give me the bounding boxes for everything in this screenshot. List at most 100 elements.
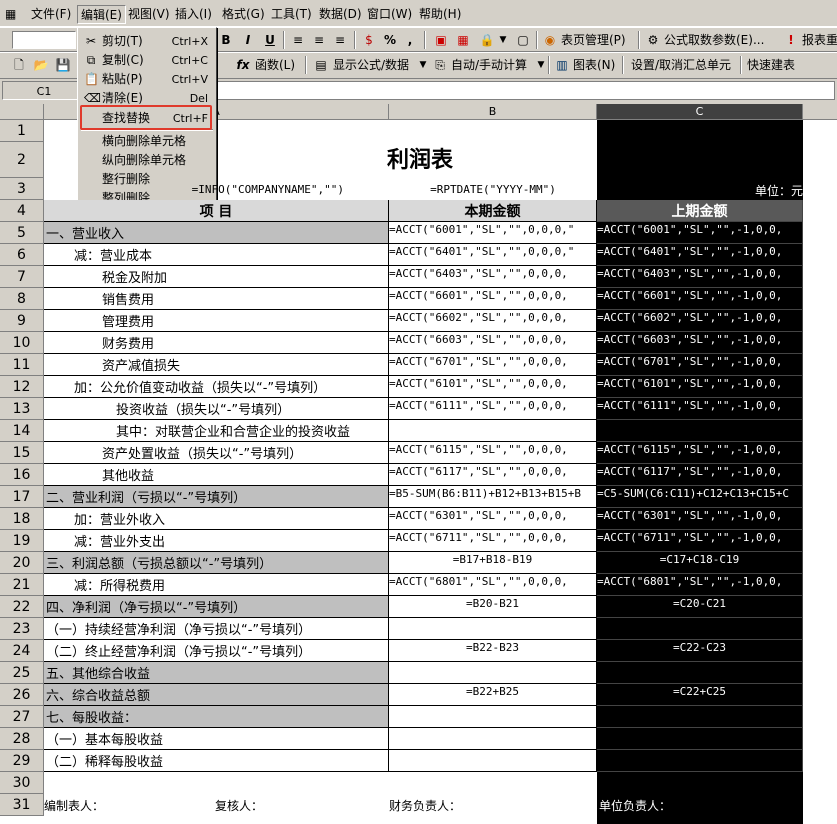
row-header[interactable]: 29 [0, 750, 44, 772]
cell-c[interactable] [597, 120, 803, 142]
save-icon[interactable]: 💾 [54, 56, 72, 75]
cell-c[interactable]: =C17+C18-C19 [597, 552, 803, 574]
cell-b[interactable]: =B20-B21 [389, 596, 597, 618]
row-header[interactable]: 24 [0, 640, 44, 662]
row-header[interactable]: 25 [0, 662, 44, 684]
column-header-c[interactable]: C [597, 104, 803, 120]
cell-b[interactable]: =ACCT("6711","SL","",0,0,0, [389, 530, 597, 552]
cell-c[interactable]: =ACCT("6801","SL","",-1,0,0, [597, 574, 803, 596]
cell-c[interactable] [597, 728, 803, 750]
cell-b[interactable]: =ACCT("6111","SL","",0,0,0, [389, 398, 597, 420]
cell-b[interactable] [389, 618, 597, 640]
cell-b[interactable]: =ACCT("6401","SL","",0,0,0," [389, 244, 597, 266]
cell-c[interactable] [597, 420, 803, 442]
set-summary-button[interactable]: 设置/取消汇总单元 [629, 56, 733, 75]
currency-icon[interactable]: $ [360, 31, 378, 50]
header-previous[interactable]: 上期金额 [597, 200, 803, 222]
row-header[interactable]: 13 [0, 398, 44, 420]
chevron-down-icon[interactable]: ▼ [498, 31, 508, 50]
row-header[interactable]: 2 [0, 142, 44, 178]
row-header[interactable]: 7 [0, 266, 44, 288]
row-header[interactable]: 28 [0, 728, 44, 750]
cell-c[interactable] [597, 772, 803, 794]
cell-a[interactable] [44, 772, 389, 794]
cell-b[interactable]: =ACCT("6115","SL","",0,0,0, [389, 442, 597, 464]
row-header[interactable]: 23 [0, 618, 44, 640]
row-header[interactable]: 30 [0, 772, 44, 794]
cell-c[interactable]: =ACCT("6111","SL","",-1,0,0, [597, 398, 803, 420]
show-formula-button[interactable]: 显示公式/数据 [331, 56, 411, 75]
cell-a[interactable] [44, 120, 389, 142]
cell-c[interactable] [597, 142, 803, 178]
cell-c[interactable]: =C5-SUM(C6:C11)+C12+C13+C15+C [597, 486, 803, 508]
menu-tools[interactable]: 工具(T) [268, 5, 315, 24]
menu-file[interactable]: 文件(F) [28, 5, 74, 24]
cell-a[interactable]: 管理费用 [44, 310, 389, 332]
row-header[interactable]: 26 [0, 684, 44, 706]
row-header[interactable]: 22 [0, 596, 44, 618]
app-icon[interactable]: ▦ [2, 5, 19, 24]
cell-b[interactable]: =ACCT("6001","SL","",0,0,0," [389, 222, 597, 244]
cell-a[interactable]: 二、营业利润（亏损以“-”号填列） [44, 486, 389, 508]
align-right-icon[interactable]: ≡ [332, 31, 348, 50]
cell-b[interactable]: =ACCT("6801","SL","",0,0,0, [389, 574, 597, 596]
cell-b[interactable] [389, 120, 597, 142]
cell-a[interactable]: 一、营业收入 [44, 222, 389, 244]
cell-a[interactable]: 三、利润总额（亏损总额以“-”号填列） [44, 552, 389, 574]
cell-b[interactable] [389, 772, 597, 794]
cell-reference[interactable]: C1 [2, 81, 86, 100]
underline-button[interactable]: U [262, 31, 278, 50]
cell-a[interactable]: 五、其他综合收益 [44, 662, 389, 684]
cell-c[interactable]: =ACCT("6301","SL","",-1,0,0, [597, 508, 803, 530]
cell-b[interactable]: =B17+B18-B19 [389, 552, 597, 574]
formula-fetch-button[interactable]: 公式取数参数(E)... [662, 31, 766, 50]
cell-c[interactable] [597, 706, 803, 728]
cell-a[interactable]: 资产减值损失 [44, 354, 389, 376]
comma-button[interactable]: , [404, 31, 416, 50]
cell-a[interactable]: 减：营业成本 [44, 244, 389, 266]
menu-format[interactable]: 格式(G) [219, 5, 268, 24]
cell-a[interactable]: （二）终止经营净利润（净亏损以“-”号填列） [44, 640, 389, 662]
row-header[interactable]: 11 [0, 354, 44, 376]
row-header[interactable]: 1 [0, 120, 44, 142]
cell-c[interactable]: =ACCT("6001","SL","",-1,0,0, [597, 222, 803, 244]
cell-a[interactable]: 四、净利润（净亏损以“-”号填列） [44, 596, 389, 618]
cell-b[interactable] [389, 706, 597, 728]
cell-c[interactable] [597, 662, 803, 684]
cell-a[interactable]: （二）稀释每股收益 [44, 750, 389, 772]
open-folder-icon[interactable]: 📂 [32, 56, 50, 75]
cell-b[interactable] [389, 728, 597, 750]
menu-view[interactable]: 视图(V) [125, 5, 173, 24]
cell-c[interactable]: =C22+C25 [597, 684, 803, 706]
cell-b[interactable] [389, 750, 597, 772]
row-header[interactable]: 8 [0, 288, 44, 310]
cell-c[interactable]: =ACCT("6603","SL","",-1,0,0, [597, 332, 803, 354]
cell-c[interactable] [597, 750, 803, 772]
cell-c[interactable]: =ACCT("6602","SL","",-1,0,0, [597, 310, 803, 332]
row-header[interactable]: 27 [0, 706, 44, 728]
lock-icon[interactable]: 🔒 [476, 31, 498, 50]
chart-button[interactable]: 图表(N) [571, 56, 617, 75]
cell-a[interactable]: 七、每股收益： [44, 706, 389, 728]
row-header[interactable]: 4 [0, 200, 44, 222]
cell-a[interactable]: 其他收益 [44, 464, 389, 486]
cell-b[interactable]: =B22+B25 [389, 684, 597, 706]
menu-edit[interactable]: 编辑(E) [77, 5, 126, 24]
row-header[interactable]: 9 [0, 310, 44, 332]
quick-build-button[interactable]: 快速建表 [745, 56, 797, 75]
row-header[interactable]: 18 [0, 508, 44, 530]
edit-menu-item[interactable]: 📋 粘贴(P) Ctrl+V [80, 70, 214, 89]
chevron-down-icon[interactable]: ▼ [418, 56, 428, 75]
row-header[interactable]: 10 [0, 332, 44, 354]
menu-insert[interactable]: 插入(I) [172, 5, 215, 24]
row-header[interactable]: 12 [0, 376, 44, 398]
cell-b[interactable]: =ACCT("6301","SL","",0,0,0, [389, 508, 597, 530]
cell-c[interactable]: =ACCT("6117","SL","",-1,0,0, [597, 464, 803, 486]
report-check-button[interactable]: 报表重 [800, 31, 837, 50]
edit-menu-item[interactable]: ✂ 剪切(T) Ctrl+X [80, 32, 214, 51]
row-header[interactable]: 16 [0, 464, 44, 486]
row-header[interactable]: 17 [0, 486, 44, 508]
cell-c[interactable]: =ACCT("6115","SL","",-1,0,0, [597, 442, 803, 464]
cell-b[interactable]: =ACCT("6101","SL","",0,0,0, [389, 376, 597, 398]
row-header[interactable]: 19 [0, 530, 44, 552]
